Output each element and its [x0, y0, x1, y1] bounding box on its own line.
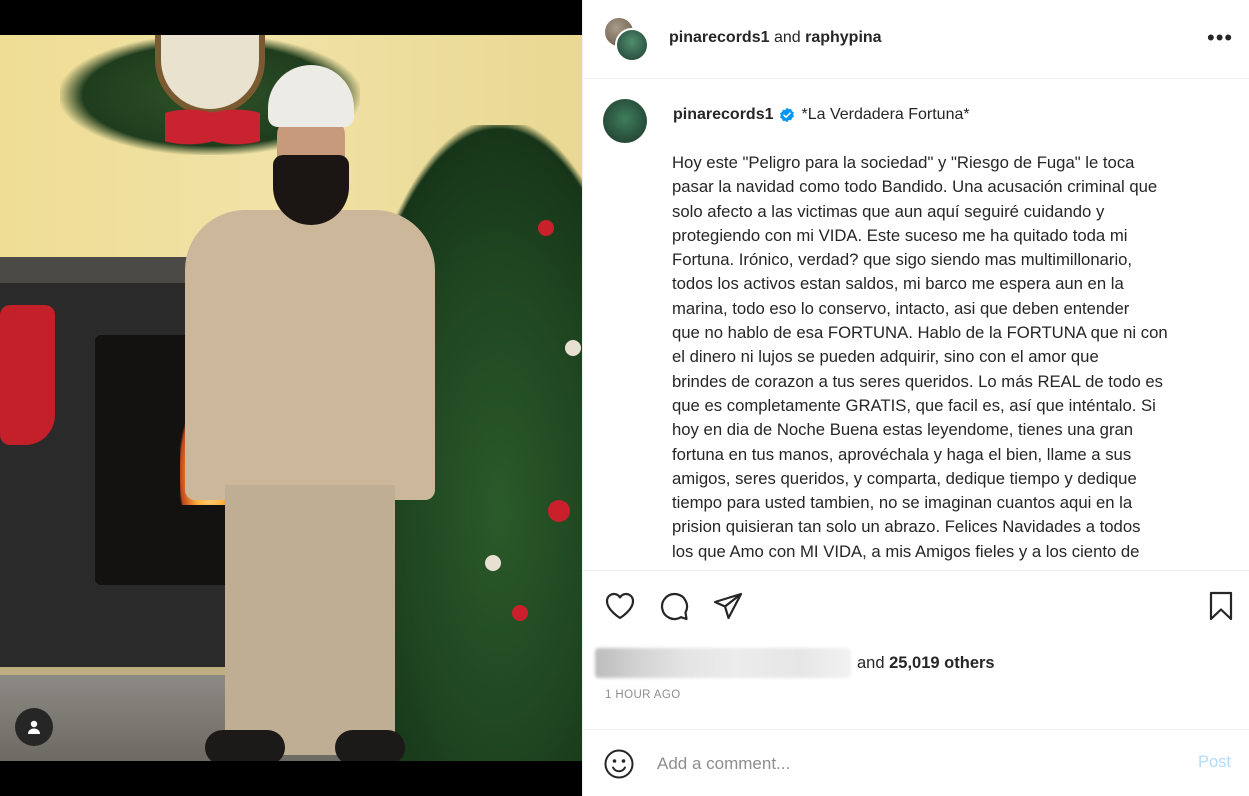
avatar[interactable]	[615, 28, 649, 62]
likes-summary[interactable]: and 25,019 others	[595, 647, 995, 679]
comment-icon[interactable]	[657, 589, 691, 623]
verified-badge-icon	[779, 107, 795, 123]
caption-area: pinarecords1 *La Verdadera Fortuna* Hoy …	[583, 80, 1249, 570]
post-media[interactable]	[0, 0, 582, 796]
post-side-panel: pinarecords1 and raphypina ••• pinarecor…	[582, 0, 1249, 796]
more-options-icon[interactable]: •••	[1207, 27, 1233, 49]
caption-title: *La Verdadera Fortuna*	[801, 106, 970, 123]
comment-input[interactable]	[657, 750, 1157, 778]
person	[185, 65, 435, 761]
post-header: pinarecords1 and raphypina •••	[583, 0, 1249, 79]
collab-joiner: and	[773, 29, 801, 46]
likes-prefix: and	[857, 653, 885, 672]
avatar[interactable]	[603, 99, 647, 143]
caption-text: Hoy este "Peligro para la sociedad" y "R…	[672, 153, 1168, 561]
user-tag-icon[interactable]	[15, 708, 53, 746]
heart-icon[interactable]	[603, 589, 637, 623]
post-timestamp[interactable]: 1 HOUR AGO	[605, 689, 681, 701]
post-dialog: pinarecords1 and raphypina ••• pinarecor…	[0, 0, 1249, 796]
collab-avatars[interactable]	[603, 16, 651, 64]
username-link[interactable]: raphypina	[805, 29, 881, 46]
post-photo	[0, 35, 582, 761]
username-link[interactable]: pinarecords1	[669, 29, 769, 46]
username-link[interactable]: pinarecords1	[673, 104, 773, 126]
caption-header: pinarecords1 *La Verdadera Fortuna*	[673, 104, 970, 126]
bookmark-icon[interactable]	[1204, 589, 1238, 623]
post-actions: and 25,019 others 1 HOUR AGO	[583, 570, 1249, 730]
post-comment-button[interactable]: Post	[1198, 753, 1231, 772]
comment-bar: Post	[583, 729, 1249, 796]
liked-by-blurred	[595, 648, 851, 678]
share-icon[interactable]	[711, 589, 745, 623]
collab-usernames: pinarecords1 and raphypina	[669, 28, 882, 48]
likes-count[interactable]: 25,019 others	[889, 654, 994, 673]
emoji-icon[interactable]	[603, 748, 635, 780]
